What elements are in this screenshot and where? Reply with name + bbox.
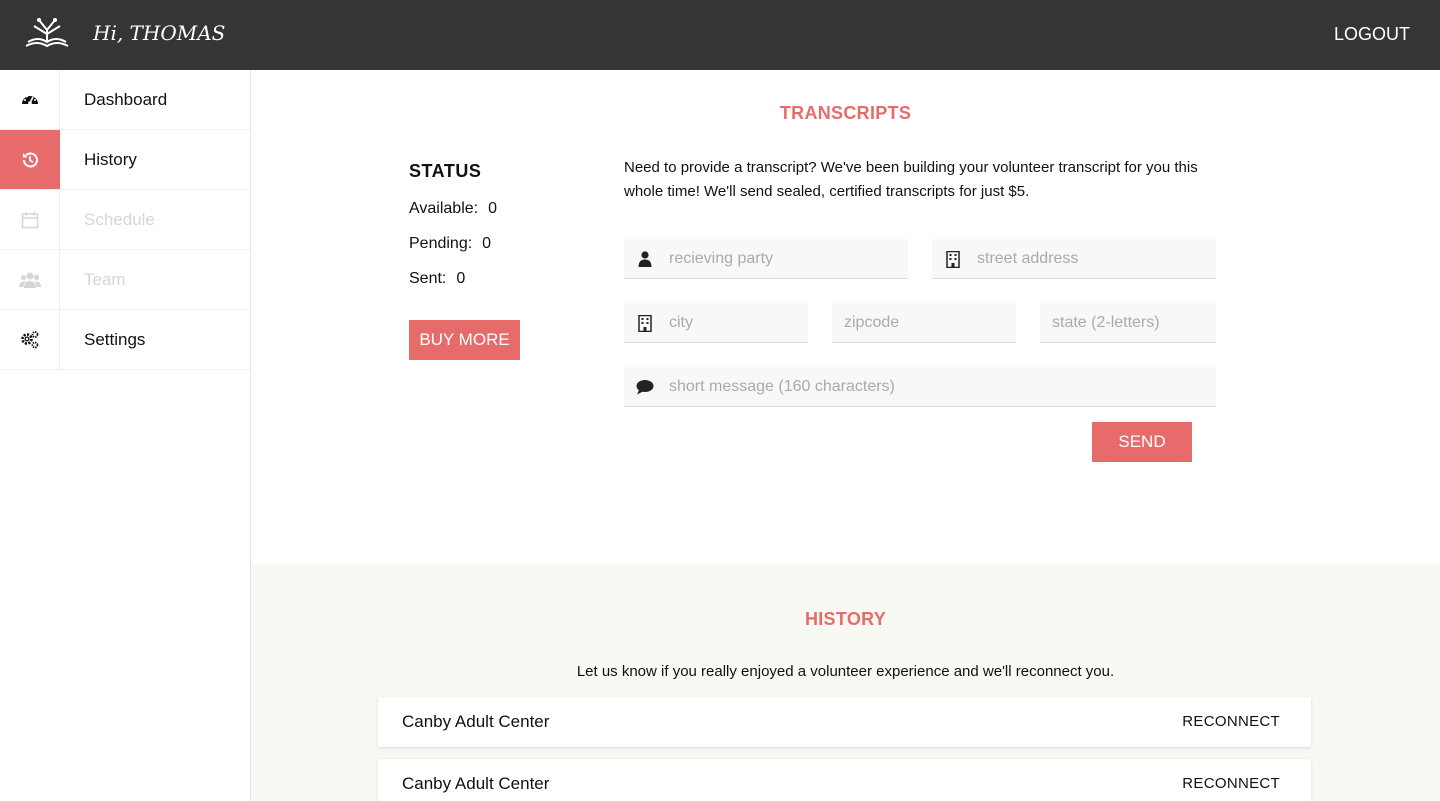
team-icon	[0, 250, 60, 309]
street-address-input[interactable]	[977, 239, 1207, 278]
status-available: Available: 0	[409, 200, 497, 218]
zipcode-field	[832, 303, 1016, 343]
top-bar: Hi, THOMAS LOGOUT	[0, 0, 1440, 70]
sidebar-item-schedule[interactable]: Schedule	[0, 190, 250, 250]
sidebar-item-history[interactable]: History	[0, 130, 250, 190]
history-item: Canby Adult Center RECONNECT	[378, 697, 1311, 747]
sidebar-item-label: Team	[84, 270, 126, 289]
status-pending: Pending: 0	[409, 235, 491, 253]
sidebar-item-label: Dashboard	[84, 90, 168, 109]
city-field	[624, 303, 808, 343]
pending-value: 0	[482, 235, 492, 252]
state-input[interactable]	[1052, 303, 1212, 342]
receiving-party-field	[624, 239, 908, 279]
zipcode-input[interactable]	[844, 303, 1009, 342]
sidebar-item-label: Schedule	[84, 210, 155, 229]
calendar-icon	[0, 190, 60, 249]
transcripts-title: TRANSCRIPTS	[779, 103, 912, 123]
reconnect-button[interactable]: RECONNECT	[1182, 713, 1280, 730]
dashboard-icon	[0, 70, 60, 129]
state-field	[1040, 303, 1216, 343]
sidebar-item-label: Settings	[84, 330, 146, 349]
receiving-party-input[interactable]	[669, 239, 899, 278]
transcript-intro: Need to provide a transcript? We've been…	[624, 159, 1198, 200]
history-item-name: Canby Adult Center	[402, 774, 550, 793]
sidebar-item-settings[interactable]: Settings	[0, 310, 250, 370]
history-title: HISTORY	[804, 609, 887, 629]
status-sent: Sent: 0	[409, 270, 465, 288]
message-input[interactable]	[669, 367, 1209, 406]
history-item-name: Canby Adult Center	[402, 712, 550, 731]
building-icon	[636, 314, 654, 332]
sidebar-item-dashboard[interactable]: Dashboard	[0, 70, 250, 130]
buy-more-button[interactable]: BUY MORE	[409, 320, 520, 360]
user-icon	[636, 250, 654, 268]
history-icon	[0, 130, 60, 189]
city-input[interactable]	[669, 303, 799, 342]
sidebar-item-team[interactable]: Team	[0, 250, 250, 310]
comment-icon	[636, 378, 654, 396]
message-field	[624, 367, 1216, 407]
sidebar: Dashboard History Schedule Team Settings	[0, 70, 251, 801]
history-item: Canby Adult Center RECONNECT	[378, 759, 1311, 801]
reconnect-button[interactable]: RECONNECT	[1182, 775, 1280, 792]
logout-button[interactable]: LOGOUT	[1334, 24, 1410, 45]
available-label: Available:	[409, 200, 479, 217]
greeting: Hi, THOMAS	[93, 21, 226, 45]
gears-icon	[0, 310, 60, 369]
available-value: 0	[488, 200, 497, 217]
pending-label: Pending:	[409, 235, 473, 252]
send-button[interactable]: SEND	[1092, 422, 1192, 462]
status-title: STATUS	[409, 161, 482, 181]
street-address-field	[932, 239, 1216, 279]
sidebar-item-label: History	[84, 150, 137, 169]
sent-label: Sent:	[409, 270, 447, 287]
open-book-logo[interactable]	[24, 16, 70, 50]
sent-value: 0	[456, 270, 466, 287]
history-subtitle: Let us know if you really enjoyed a volu…	[576, 663, 1115, 680]
building-icon	[944, 250, 962, 268]
